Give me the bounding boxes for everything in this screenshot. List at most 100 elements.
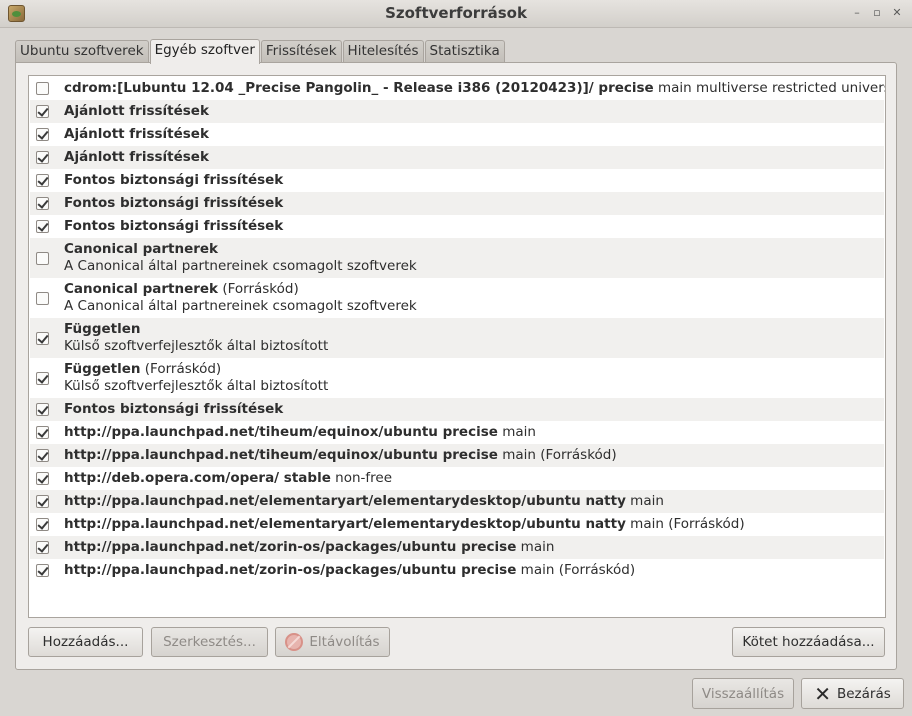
source-checkbox[interactable]	[36, 449, 49, 462]
source-description: A Canonical által partnereinek csomagolt…	[64, 298, 417, 314]
source-checkbox[interactable]	[36, 472, 49, 485]
source-name: Fontos biztonsági frissítések	[64, 195, 284, 211]
source-checkbox[interactable]	[36, 541, 49, 554]
source-row[interactable]: http://ppa.launchpad.net/elementaryart/e…	[30, 513, 884, 536]
source-text: http://ppa.launchpad.net/zorin-os/packag…	[64, 562, 635, 579]
source-checkbox[interactable]	[36, 128, 49, 141]
source-row[interactable]: Ajánlott frissítések	[30, 100, 884, 123]
source-text: Független (Forráskód) Külső szoftverfejle…	[64, 361, 328, 395]
source-name: http://deb.opera.com/opera/ stable	[64, 470, 331, 486]
minimize-icon[interactable]: –	[850, 6, 864, 20]
source-name: Független	[64, 321, 141, 337]
source-name: http://ppa.launchpad.net/zorin-os/packag…	[64, 562, 517, 578]
source-row[interactable]: http://ppa.launchpad.net/tiheum/equinox/…	[30, 444, 884, 467]
tab-statistics[interactable]: Statisztika	[424, 40, 505, 63]
source-text: http://ppa.launchpad.net/tiheum/equinox/…	[64, 424, 536, 441]
source-row[interactable]: Fontos biztonsági frissítések	[30, 215, 884, 238]
source-checkbox[interactable]	[36, 518, 49, 531]
source-row[interactable]: Fontos biztonsági frissítések	[30, 398, 884, 421]
window-title: Szoftverforrások	[385, 4, 527, 22]
source-checkbox[interactable]	[36, 174, 49, 187]
close-button[interactable]: ✕ Bezárás	[801, 678, 904, 709]
source-checkbox[interactable]	[36, 197, 49, 210]
source-name: Ajánlott frissítések	[64, 149, 209, 165]
source-name: http://ppa.launchpad.net/zorin-os/packag…	[64, 539, 517, 555]
source-list[interactable]: cdrom:[Lubuntu 12.04 _Precise Pangolin_ …	[28, 75, 886, 618]
source-checkbox[interactable]	[36, 82, 49, 95]
source-text: http://ppa.launchpad.net/zorin-os/packag…	[64, 539, 554, 556]
source-name: Fontos biztonsági frissítések	[64, 401, 284, 417]
source-checkbox[interactable]	[36, 105, 49, 118]
source-row[interactable]: Független (Forráskód) Külső szoftverfejle…	[30, 358, 884, 398]
edit-button-label: Szerkesztés...	[163, 634, 256, 650]
source-text: Fontos biztonsági frissítések	[64, 195, 283, 212]
tab-authentication[interactable]: Hitelesítés	[342, 40, 424, 63]
tab-ubuntu-software[interactable]: Ubuntu szoftverek	[15, 40, 149, 63]
remove-button[interactable]: Eltávolítás	[275, 627, 390, 657]
source-text: http://ppa.launchpad.net/elementaryart/e…	[64, 493, 664, 510]
remove-button-label: Eltávolítás	[309, 634, 380, 650]
source-row[interactable]: http://deb.opera.com/opera/ stable non-f…	[30, 467, 884, 490]
source-row[interactable]: http://ppa.launchpad.net/zorin-os/packag…	[30, 559, 884, 582]
add-volume-button[interactable]: Kötet hozzáadása...	[732, 627, 885, 657]
source-text: Ajánlott frissítések	[64, 103, 209, 120]
add-button[interactable]: Hozzáadás...	[28, 627, 143, 657]
revert-button[interactable]: Visszaállítás	[692, 678, 794, 709]
source-row[interactable]: cdrom:[Lubuntu 12.04 _Precise Pangolin_ …	[30, 77, 886, 100]
source-checkbox[interactable]	[36, 495, 49, 508]
source-name: Ajánlott frissítések	[64, 126, 209, 142]
source-name: Független	[64, 361, 141, 377]
source-row[interactable]: Ajánlott frissítések	[30, 146, 884, 169]
close-button-label: Bezárás	[836, 685, 891, 702]
source-row[interactable]: Fontos biztonsági frissítések	[30, 169, 884, 192]
source-name: http://ppa.launchpad.net/elementaryart/e…	[64, 516, 626, 532]
source-components: main (Forráskód)	[497, 447, 617, 463]
close-icon: ✕	[814, 681, 831, 706]
source-text: Canonical partnerek A Canonical által par…	[64, 241, 417, 275]
source-name: Fontos biztonsági frissítések	[64, 172, 284, 188]
source-checkbox[interactable]	[36, 564, 49, 577]
source-text: Fontos biztonsági frissítések	[64, 218, 283, 235]
source-text: Független Külső szoftverfejlesztők által …	[64, 321, 328, 355]
add-button-label: Hozzáadás...	[42, 634, 129, 650]
source-row[interactable]: Ajánlott frissítések	[30, 123, 884, 146]
source-components: (Forráskód)	[140, 361, 222, 377]
tab-updates[interactable]: Frissítések	[260, 40, 342, 63]
source-components: main multiverse restricted universe	[653, 80, 886, 96]
source-row[interactable]: Fontos biztonsági frissítések	[30, 192, 884, 215]
source-components: main	[497, 424, 536, 440]
source-checkbox[interactable]	[36, 220, 49, 233]
source-name: Ajánlott frissítések	[64, 103, 209, 119]
source-text: cdrom:[Lubuntu 12.04 _Precise Pangolin_ …	[64, 80, 886, 97]
source-checkbox[interactable]	[36, 331, 49, 345]
source-components: (Forráskód)	[218, 281, 299, 297]
source-components: main (Forráskód)	[625, 516, 745, 532]
source-row[interactable]: Független Külső szoftverfejlesztők által …	[30, 318, 884, 358]
close-window-icon[interactable]: ✕	[890, 6, 904, 20]
source-text: Canonical partnerek (Forráskód) A Canonic…	[64, 281, 417, 315]
source-row[interactable]: Canonical partnerek A Canonical által par…	[30, 238, 884, 278]
source-checkbox[interactable]	[36, 426, 49, 439]
tab-other-software[interactable]: Egyéb szoftver	[149, 39, 260, 64]
source-name: http://ppa.launchpad.net/elementaryart/e…	[64, 493, 626, 509]
source-checkbox[interactable]	[36, 151, 49, 164]
source-checkbox[interactable]	[36, 403, 49, 416]
revert-button-label: Visszaállítás	[701, 685, 785, 702]
source-name: cdrom:[Lubuntu 12.04 _Precise Pangolin_ …	[64, 80, 654, 96]
source-checkbox[interactable]	[36, 291, 49, 305]
source-checkbox[interactable]	[36, 371, 49, 385]
source-name: Fontos biztonsági frissítések	[64, 218, 284, 234]
source-text: Ajánlott frissítések	[64, 149, 209, 166]
source-row[interactable]: http://ppa.launchpad.net/zorin-os/packag…	[30, 536, 884, 559]
source-name: Canonical partnerek	[64, 281, 219, 297]
source-row[interactable]: http://ppa.launchpad.net/tiheum/equinox/…	[30, 421, 884, 444]
source-components: main	[625, 493, 664, 509]
edit-button[interactable]: Szerkesztés...	[151, 627, 268, 657]
notebook-panel: cdrom:[Lubuntu 12.04 _Precise Pangolin_ …	[15, 62, 897, 670]
source-components: non-free	[330, 470, 393, 486]
source-description: Külső szoftverfejlesztők által biztosíto…	[64, 338, 329, 354]
maximize-icon[interactable]: ▫	[870, 6, 884, 20]
source-row[interactable]: http://ppa.launchpad.net/elementaryart/e…	[30, 490, 884, 513]
source-checkbox[interactable]	[36, 251, 49, 265]
source-row[interactable]: Canonical partnerek (Forráskód) A Canonic…	[30, 278, 884, 318]
